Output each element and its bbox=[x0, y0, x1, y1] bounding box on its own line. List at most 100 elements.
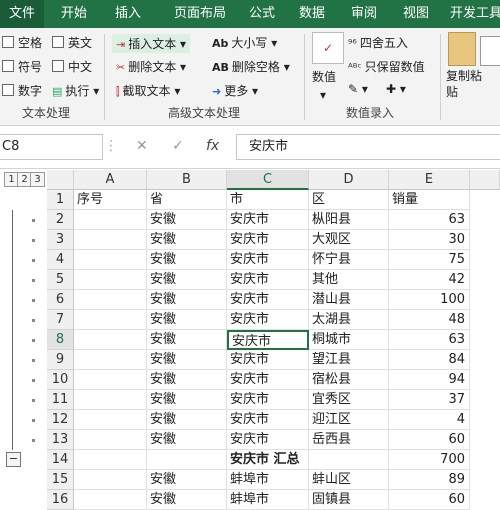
column-header-d[interactable]: D bbox=[309, 170, 389, 190]
tab-file[interactable]: 文件 bbox=[0, 0, 44, 28]
chevron-down-icon[interactable]: ▾ bbox=[320, 88, 326, 102]
cell-E14[interactable]: 700 bbox=[389, 450, 470, 470]
row-header[interactable]: 3 bbox=[47, 230, 74, 250]
cell-B2[interactable]: 安徽 bbox=[147, 210, 227, 230]
row-header[interactable]: 1 bbox=[47, 190, 74, 210]
cell-B11[interactable]: 安徽 bbox=[147, 390, 227, 410]
row-header[interactable]: 16 bbox=[47, 490, 74, 510]
cell-A12[interactable] bbox=[74, 410, 147, 430]
cell-E8[interactable]: 63 bbox=[389, 330, 470, 350]
cell-D5[interactable]: 其他 bbox=[309, 270, 389, 290]
cell-C3[interactable]: 安庆市 bbox=[227, 230, 309, 250]
cell-A11[interactable] bbox=[74, 390, 147, 410]
outline-level-3-button[interactable]: 3 bbox=[30, 172, 45, 187]
cell-C10[interactable]: 安庆市 bbox=[227, 370, 309, 390]
numeric-button[interactable]: 数值 bbox=[312, 68, 336, 85]
cell-A8[interactable] bbox=[74, 330, 147, 350]
execute-button[interactable]: ▤ 执行 ▾ bbox=[52, 82, 99, 99]
cell-E5[interactable]: 42 bbox=[389, 270, 470, 290]
cell-A1[interactable]: 序号 bbox=[74, 190, 147, 210]
tab-review[interactable]: 审阅 bbox=[342, 0, 386, 28]
cell-C6[interactable]: 安庆市 bbox=[227, 290, 309, 310]
paste-button[interactable]: 复制粘贴 bbox=[446, 68, 486, 100]
cell-E11[interactable]: 37 bbox=[389, 390, 470, 410]
cell-D14[interactable] bbox=[309, 450, 389, 470]
row-header[interactable]: 15 bbox=[47, 470, 74, 490]
checkbox-number[interactable]: 数字 bbox=[2, 82, 42, 99]
cell-E10[interactable]: 94 bbox=[389, 370, 470, 390]
cell-E2[interactable]: 63 bbox=[389, 210, 470, 230]
cell-B12[interactable]: 安徽 bbox=[147, 410, 227, 430]
cell-A9[interactable] bbox=[74, 350, 147, 370]
row-header[interactable]: 4 bbox=[47, 250, 74, 270]
keep-numbers-button[interactable]: ᴬᴮᶜ 只保留数值 bbox=[348, 58, 425, 75]
remove-space-button[interactable]: AB 删除空格 ▾ bbox=[212, 58, 290, 75]
cell-A4[interactable] bbox=[74, 250, 147, 270]
cell-E12[interactable]: 4 bbox=[389, 410, 470, 430]
cell-D4[interactable]: 怀宁县 bbox=[309, 250, 389, 270]
cell-A10[interactable] bbox=[74, 370, 147, 390]
row-header[interactable]: 11 bbox=[47, 390, 74, 410]
cell-D2[interactable]: 枞阳县 bbox=[309, 210, 389, 230]
cell-D9[interactable]: 望江县 bbox=[309, 350, 389, 370]
round-button[interactable]: ⁹⁶ 四舍五入 bbox=[348, 34, 408, 51]
cell-B13[interactable]: 安徽 bbox=[147, 430, 227, 450]
cell-A2[interactable] bbox=[74, 210, 147, 230]
tab-data[interactable]: 数据 bbox=[290, 0, 334, 28]
cell-C7[interactable]: 安庆市 bbox=[227, 310, 309, 330]
cell-B5[interactable]: 安徽 bbox=[147, 270, 227, 290]
cell-A14[interactable] bbox=[74, 450, 147, 470]
cell-B8[interactable]: 安徽 bbox=[147, 330, 227, 350]
cell-C8[interactable]: 安庆市 bbox=[227, 330, 309, 350]
name-box[interactable]: C8 bbox=[0, 134, 103, 160]
cell-E9[interactable]: 84 bbox=[389, 350, 470, 370]
function-icon[interactable]: fx bbox=[206, 134, 219, 158]
cell-D3[interactable]: 大观区 bbox=[309, 230, 389, 250]
column-header-c[interactable]: C bbox=[227, 170, 309, 190]
cell-C2[interactable]: 安庆市 bbox=[227, 210, 309, 230]
cell-C1[interactable]: 市 bbox=[227, 190, 309, 210]
cell-B9[interactable]: 安徽 bbox=[147, 350, 227, 370]
checkbox-symbol[interactable]: 符号 bbox=[2, 58, 42, 75]
plus-icon[interactable]: ✚ ▾ bbox=[386, 82, 406, 96]
cell-D10[interactable]: 宿松县 bbox=[309, 370, 389, 390]
tab-formulas[interactable]: 公式 bbox=[240, 0, 284, 28]
row-header[interactable]: 6 bbox=[47, 290, 74, 310]
cell-B4[interactable]: 安徽 bbox=[147, 250, 227, 270]
cell-B14[interactable] bbox=[147, 450, 227, 470]
cell-A16[interactable] bbox=[74, 490, 147, 510]
cell-A13[interactable] bbox=[74, 430, 147, 450]
select-all-corner[interactable] bbox=[47, 170, 74, 190]
column-header-b[interactable]: B bbox=[147, 170, 227, 190]
cell-C12[interactable]: 安庆市 bbox=[227, 410, 309, 430]
edit-icon[interactable]: ✎ ▾ bbox=[348, 82, 368, 96]
cell-D15[interactable]: 蚌山区 bbox=[309, 470, 389, 490]
cell-A5[interactable] bbox=[74, 270, 147, 290]
row-header[interactable]: 14 bbox=[47, 450, 74, 470]
checkbox-english[interactable]: 英文 bbox=[52, 34, 92, 51]
column-header-e[interactable]: E bbox=[389, 170, 470, 190]
row-header[interactable]: 8 bbox=[47, 330, 74, 350]
insert-text-button[interactable]: ⇥ 插入文本 ▾ bbox=[112, 34, 191, 53]
cell-B10[interactable]: 安徽 bbox=[147, 370, 227, 390]
checkbox-space[interactable]: 空格 bbox=[2, 34, 42, 51]
cell-B16[interactable]: 安徽 bbox=[147, 490, 227, 510]
cell-B3[interactable]: 安徽 bbox=[147, 230, 227, 250]
tab-home[interactable]: 开始 bbox=[52, 0, 96, 28]
cell-E16[interactable]: 60 bbox=[389, 490, 470, 510]
cell-E15[interactable]: 89 bbox=[389, 470, 470, 490]
cell-A7[interactable] bbox=[74, 310, 147, 330]
row-header[interactable]: 7 bbox=[47, 310, 74, 330]
cell-A3[interactable] bbox=[74, 230, 147, 250]
cell-A15[interactable] bbox=[74, 470, 147, 490]
cell-C11[interactable]: 安庆市 bbox=[227, 390, 309, 410]
case-button[interactable]: Ab 大小写 ▾ bbox=[212, 34, 277, 51]
cell-C5[interactable]: 安庆市 bbox=[227, 270, 309, 290]
checkbox-chinese[interactable]: 中文 bbox=[52, 58, 92, 75]
tab-page-layout[interactable]: 页面布局 bbox=[160, 0, 240, 28]
cell-D8[interactable]: 桐城市 bbox=[309, 330, 389, 350]
cell-C14[interactable]: 安庆市 汇总 bbox=[227, 450, 309, 470]
tab-insert[interactable]: 插入 bbox=[106, 0, 150, 28]
cell-B15[interactable]: 安徽 bbox=[147, 470, 227, 490]
extract-text-button[interactable]: ⫿ 截取文本 ▾ bbox=[116, 82, 180, 99]
